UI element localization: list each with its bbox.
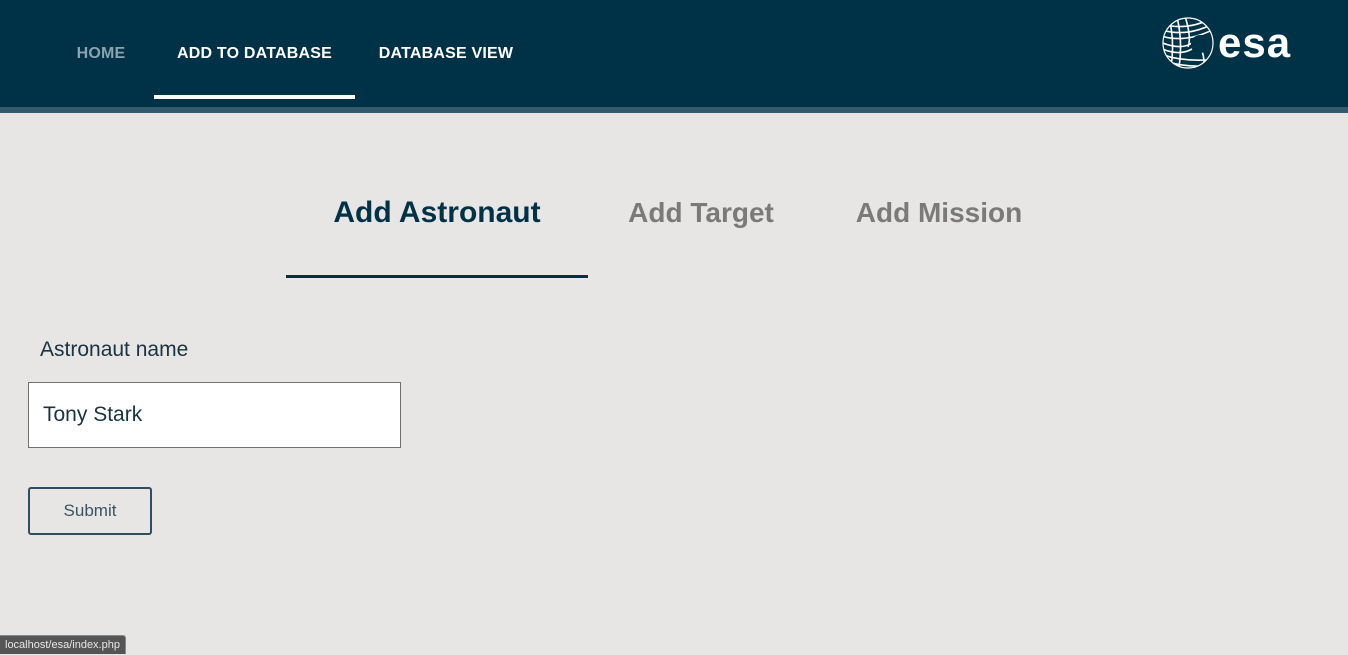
nav-home-link[interactable]: HOME — [56, 0, 146, 107]
tab-add-astronaut[interactable]: Add Astronaut — [286, 185, 588, 241]
status-bar-url: localhost/esa/index.php — [0, 635, 126, 654]
esa-logo-text: esa — [1218, 19, 1292, 66]
astronaut-name-input[interactable] — [28, 382, 401, 448]
astronaut-name-label: Astronaut name — [40, 338, 189, 361]
tab-add-mission[interactable]: Add Mission — [840, 185, 1038, 241]
subtab-active-indicator — [286, 275, 588, 278]
nav-active-indicator — [154, 95, 355, 99]
nav-database-view-link[interactable]: DATABASE VIEW — [364, 0, 528, 107]
nav-add-to-database-link[interactable]: ADD TO DATABASE — [154, 0, 355, 107]
header-divider — [0, 107, 1348, 113]
esa-logo[interactable]: esa — [1162, 17, 1307, 69]
tab-add-target[interactable]: Add Target — [600, 185, 802, 241]
submit-button[interactable]: Submit — [28, 487, 152, 535]
esa-globe-icon — [1162, 17, 1214, 69]
